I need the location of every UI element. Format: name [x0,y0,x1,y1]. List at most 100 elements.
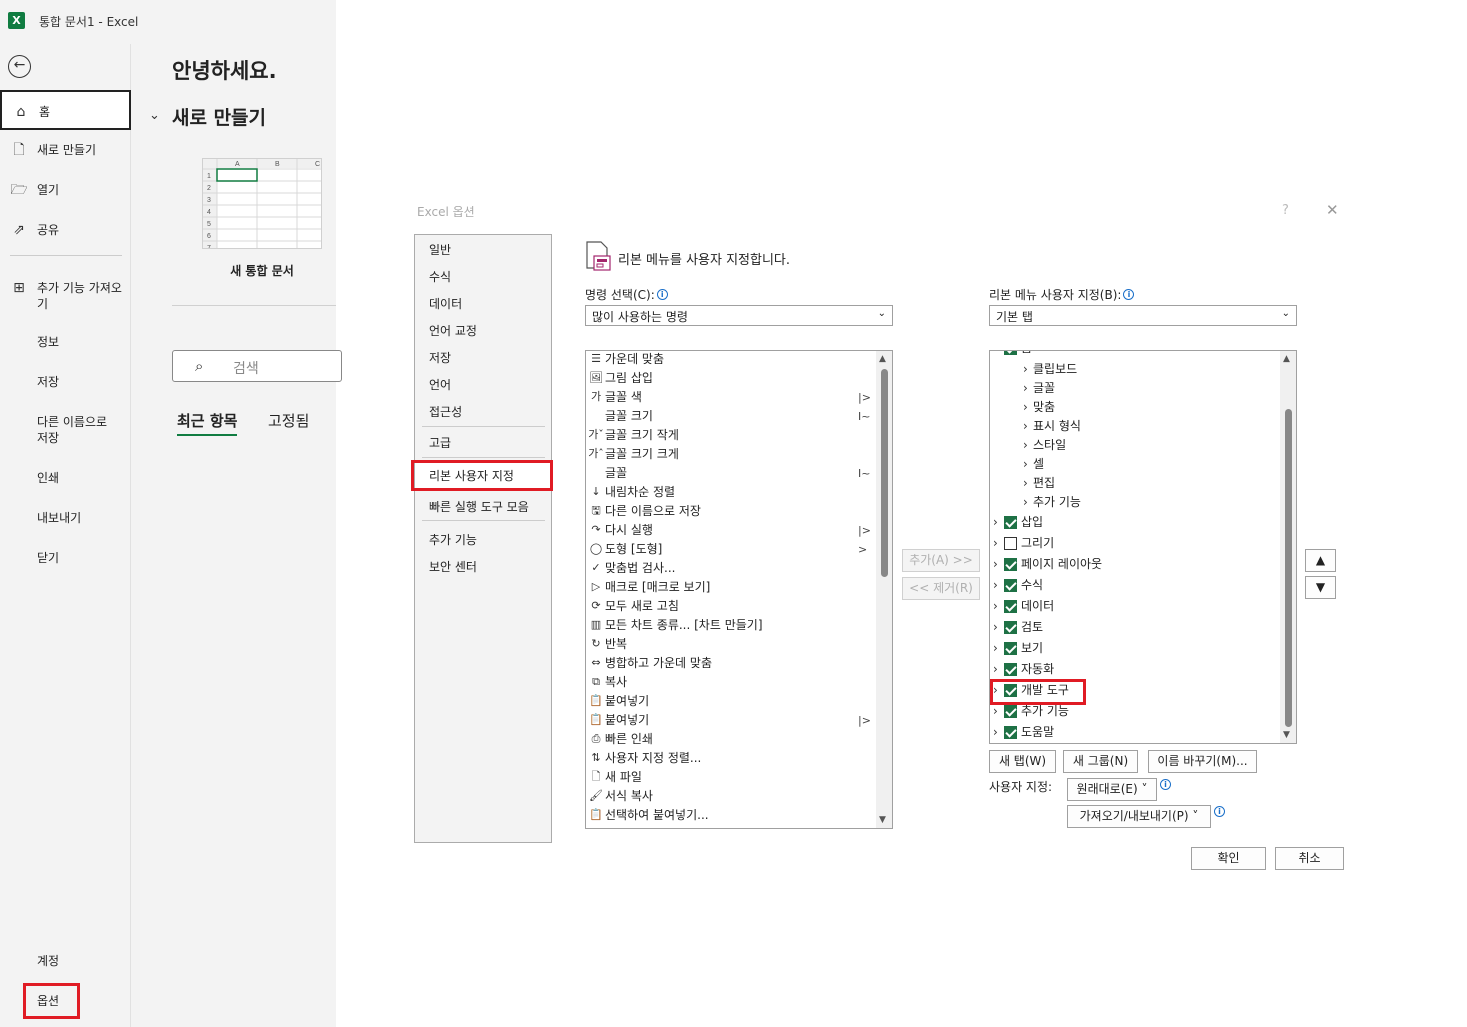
customize-ribbon-dropdown[interactable]: 기본 탭 ⌄ [989,305,1297,326]
repeat-icon: ↻ [591,637,601,650]
import-export-dropdown[interactable]: 가져오기/내보내기(P) ˅ [1067,805,1211,828]
nav-save-as[interactable]: 다른 이름으로 저장 [0,402,131,450]
category-item[interactable]: 데이터 [429,295,462,312]
command-item[interactable]: 글꼴 I~ [586,464,876,483]
command-item[interactable]: ↓ 내림차순 정렬 [586,483,876,502]
close-icon[interactable]: ✕ [1326,201,1339,219]
category-item[interactable]: 언어 교정 [429,322,477,339]
nav-save-label: 저장 [37,375,60,389]
move-down-button[interactable]: ▼ [1305,576,1336,599]
tab-checkbox[interactable] [1004,537,1017,550]
reset-dropdown[interactable]: 원래대로(E) ˅ [1067,778,1157,801]
category-item[interactable]: 빠른 실행 도구 모음 [429,498,529,515]
search-input[interactable]: ⌕ 검색 [172,350,342,382]
tab-checkbox[interactable] [1004,663,1017,676]
command-item[interactable]: ☰ 가운데 맞춤 [586,351,876,369]
scroll-down-icon[interactable]: ▼ [879,815,886,825]
category-item[interactable]: 수식 [429,268,451,285]
category-item[interactable]: 고급 [429,434,451,451]
command-item[interactable]: 🗋 새 파일 [586,768,876,787]
command-item[interactable]: 🖌 서식 복사 [586,787,876,806]
commands-listbox[interactable]: ☰ 가운데 맞춤 🖼 그림 삽입 가 글꼴 색 |> 글꼴 크기 I~ 가ˇ 글꼴 크기 작게 가ˆ 글… [585,350,893,829]
info-icon: i [1160,779,1171,790]
command-item[interactable]: ↷ 다시 실행 |> [586,521,876,540]
tab-checkbox[interactable] [1004,705,1017,718]
tab-checkbox[interactable] [1004,516,1017,529]
paste-icon: 📋 [589,694,603,707]
tree-tab-label: 그리기 [1021,536,1055,550]
command-item[interactable]: ▷ 매크로 [매크로 보기] [586,578,876,597]
nav-close[interactable]: 닫기 [0,538,131,578]
rename-button[interactable]: 이름 바꾸기(M)... [1148,750,1257,773]
tab-checkbox[interactable] [1004,579,1017,592]
remove-button[interactable]: << 제거(R) [902,577,980,600]
command-item[interactable]: 글꼴 크기 I~ [586,407,876,426]
chevron-down-icon[interactable]: ⌄ [149,108,160,123]
category-item[interactable]: 접근성 [429,403,462,420]
nav-new[interactable]: 🗋 새로 만들기 [0,130,131,170]
command-item[interactable]: 가ˆ 글꼴 크기 크게 [586,445,876,464]
paste-icon: 📋 [589,713,603,726]
command-item[interactable]: 🖼 그림 삽입 [586,369,876,388]
tab-checkbox[interactable] [1004,600,1017,613]
new-group-button[interactable]: 새 그룹(N) [1063,750,1138,773]
ok-button[interactable]: 확인 [1191,847,1266,870]
command-item[interactable]: ⧉ 복사 [586,673,876,692]
tab-recent[interactable]: 최근 항목 [177,410,238,436]
nav-open[interactable]: 🗁 열기 [0,170,131,210]
tab-pinned[interactable]: 고정됨 [268,410,309,431]
commands-scrollbar[interactable]: ▲ ▼ [876,351,892,828]
command-item[interactable]: 📋 선택하여 붙여넣기... [586,806,876,825]
customize-ribbon-label-text: 리본 메뉴 사용자 지정(B): [989,288,1122,302]
command-item[interactable]: ⎙ 빠른 인쇄 [586,730,876,749]
nav-export[interactable]: 내보내기 [0,498,131,538]
nav-account[interactable]: 계정 [0,941,131,981]
add-button[interactable]: 추가(A) >> [902,549,980,572]
scroll-thumb[interactable] [881,369,888,577]
nav-get-addins[interactable]: ⊞ 추가 기능 가져오기 [0,268,131,316]
command-item[interactable]: 가ˇ 글꼴 크기 작게 [586,426,876,445]
choose-commands-dropdown[interactable]: 많이 사용하는 명령 ⌄ [585,305,893,326]
scroll-up-icon[interactable]: ▲ [1283,354,1290,364]
help-icon[interactable]: ? [1282,203,1289,218]
command-item[interactable]: ⇅ 사용자 지정 정렬... [586,749,876,768]
tab-checkbox[interactable] [1004,558,1017,571]
category-item[interactable]: 추가 기능 [429,531,477,548]
scroll-down-icon[interactable]: ▼ [1283,730,1290,740]
nav-home[interactable]: ⌂ 홈 [0,90,131,130]
command-item[interactable]: ↻ 반복 [586,635,876,654]
command-label: 글꼴 크기 크게 [605,447,679,461]
command-item[interactable]: 🖫 다른 이름으로 저장 [586,502,876,521]
category-item[interactable]: 언어 [429,376,451,393]
category-item[interactable]: 일반 [429,241,451,258]
tab-checkbox[interactable] [1004,642,1017,655]
scroll-thumb[interactable] [1285,409,1292,727]
cancel-button[interactable]: 취소 [1275,847,1344,870]
tree-scrollbar[interactable]: ▲ ▼ [1280,351,1296,743]
nav-save[interactable]: 저장 [0,362,131,402]
blank-workbook-thumbnail[interactable]: A B C 1 2 3 4 5 6 7 [202,158,322,249]
command-item[interactable]: ◯ 도형 [도형] > [586,540,876,559]
backstage-view: X 통합 문서1 - Excel ← ⌂ 홈 🗋 새로 만들기 🗁 열기 ⇗ 공… [0,0,342,1027]
chevron-right-icon: › [993,599,998,613]
command-item[interactable]: ▥ 모든 차트 종류... [차트 만들기] [586,616,876,635]
scroll-up-icon[interactable]: ▲ [879,354,886,364]
nav-share[interactable]: ⇗ 공유 [0,210,131,250]
command-item[interactable]: ✓ 맞춤법 검사... [586,559,876,578]
move-up-button[interactable]: ▲ [1305,549,1336,572]
tab-checkbox[interactable] [1004,351,1017,355]
tab-checkbox[interactable] [1004,726,1017,739]
command-item[interactable]: 📋 붙여넣기 |> [586,711,876,730]
command-item[interactable]: 가 글꼴 색 |> [586,388,876,407]
category-item[interactable]: 보안 센터 [429,558,477,575]
nav-info[interactable]: 정보 [0,322,131,362]
command-item[interactable]: 📋 붙여넣기 [586,692,876,711]
tab-checkbox[interactable] [1004,621,1017,634]
command-item[interactable]: ⟳ 모두 새로 고침 [586,597,876,616]
category-item[interactable]: 저장 [429,349,451,366]
nav-print[interactable]: 인쇄 [0,458,131,498]
command-item[interactable]: ⇔ 병합하고 가운데 맞춤 [586,654,876,673]
new-tab-button[interactable]: 새 탭(W) [989,750,1056,773]
back-arrow-icon[interactable]: ← [8,55,31,78]
folder-open-icon: 🗁 [10,182,28,198]
